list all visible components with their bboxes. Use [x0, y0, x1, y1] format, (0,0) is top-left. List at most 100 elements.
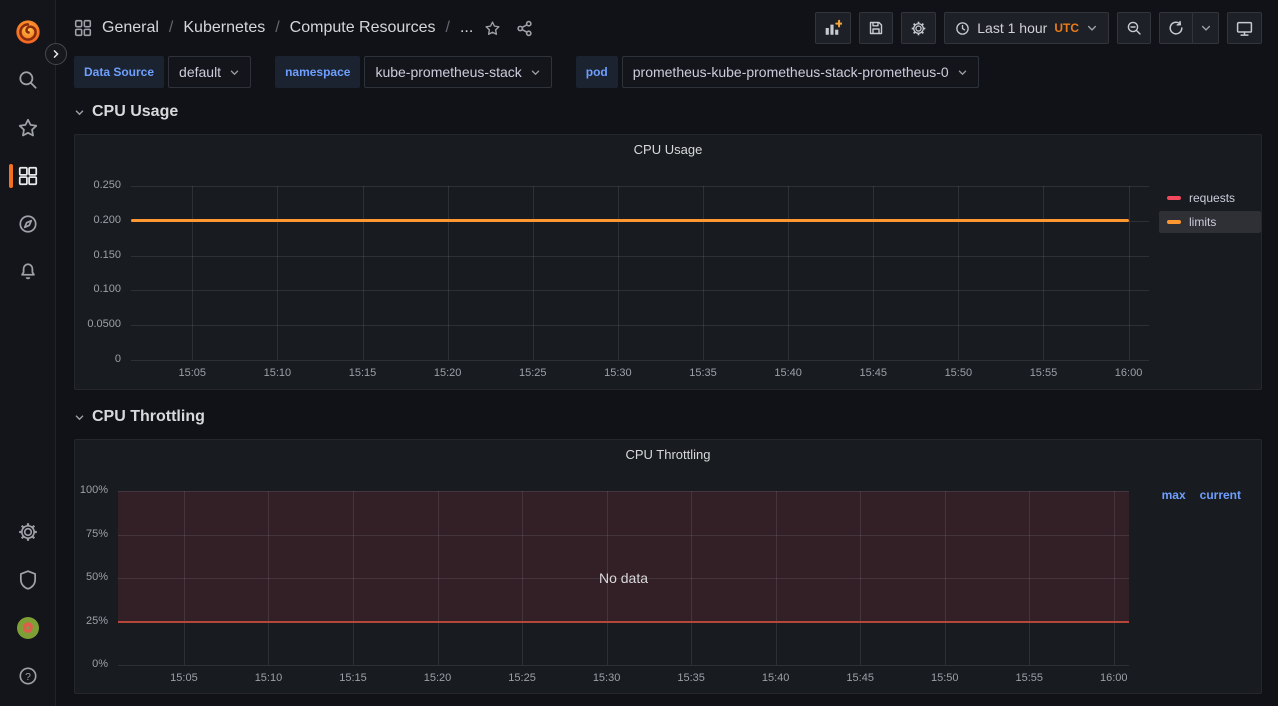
timeseries-chart-cpu-usage[interactable]: 00.05000.1000.1500.2000.25015:0515:1015:…	[75, 163, 1159, 389]
breadcrumb-segment[interactable]: Kubernetes	[183, 19, 265, 37]
x-axis-tick-label: 16:00	[1099, 367, 1159, 379]
gridline-v	[788, 186, 789, 360]
plot-area[interactable]	[131, 186, 1149, 360]
gridline-v	[703, 186, 704, 360]
gridline-h	[131, 290, 1149, 291]
panel-cpu-usage: CPU Usage 00.05000.1000.1500.2000.25015:…	[74, 134, 1262, 390]
sidebar-item-server-admin[interactable]	[0, 568, 56, 592]
sidebar: ?	[0, 0, 56, 706]
variable-label: pod	[576, 56, 618, 88]
legend-link-current[interactable]: current	[1200, 488, 1241, 502]
y-axis-tick-label: 0%	[75, 658, 108, 670]
plot-area[interactable]: No data	[118, 491, 1129, 665]
breadcrumb-separator: /	[273, 19, 281, 37]
legend-item-limits[interactable]: limits	[1159, 211, 1261, 233]
breadcrumb-segment[interactable]: Compute Resources	[290, 19, 436, 37]
gridline-v	[448, 186, 449, 360]
refresh-dashboard-button[interactable]	[1159, 12, 1193, 44]
gridline-h	[131, 325, 1149, 326]
chart-legend: max current	[1147, 468, 1261, 693]
search-icon	[17, 69, 39, 91]
series-color-swatch	[1167, 220, 1181, 224]
save-dashboard-button[interactable]	[859, 12, 893, 44]
variable-namespace-picker[interactable]: kube-prometheus-stack	[364, 56, 551, 88]
variable-label: namespace	[275, 56, 360, 88]
share-icon	[516, 20, 533, 37]
x-axis-tick-label: 15:35	[661, 672, 721, 684]
add-panel-button[interactable]	[815, 12, 851, 44]
grafana-logo[interactable]	[14, 18, 42, 46]
sidebar-item-help[interactable]: ?	[0, 664, 56, 688]
sidebar-item-profile[interactable]	[0, 616, 56, 640]
x-axis-tick-label: 15:50	[915, 672, 975, 684]
gridline-v	[1043, 186, 1044, 360]
sidebar-item-dashboards[interactable]	[0, 164, 56, 188]
row-header-cpu-usage[interactable]: CPU Usage	[74, 102, 1262, 122]
series-color-swatch	[1167, 196, 1181, 200]
y-axis-tick-label: 0.0500	[75, 318, 121, 330]
variable-pod-picker[interactable]: prometheus-kube-prometheus-stack-prometh…	[622, 56, 979, 88]
x-axis-tick-label: 15:50	[928, 367, 988, 379]
gridline-v	[363, 186, 364, 360]
bell-icon	[17, 261, 39, 283]
time-range-label: Last 1 hour	[977, 20, 1047, 36]
breadcrumb-segment-truncated[interactable]: ...	[460, 19, 473, 37]
variable-label: Data Source	[74, 56, 164, 88]
y-axis-tick-label: 0.100	[75, 283, 121, 295]
sidebar-item-alerting[interactable]	[0, 260, 56, 284]
panel-title[interactable]: CPU Throttling	[75, 440, 1261, 468]
legend-item-requests[interactable]: requests	[1159, 187, 1261, 209]
y-axis-tick-label: 0.250	[75, 179, 121, 191]
sidebar-item-configuration[interactable]	[0, 520, 56, 544]
x-axis-tick-label: 15:30	[588, 367, 648, 379]
row-header-cpu-throttling[interactable]: CPU Throttling	[74, 407, 1262, 427]
x-axis-tick-label: 15:10	[238, 672, 298, 684]
legend-link-max[interactable]: max	[1162, 488, 1186, 502]
gear-icon	[17, 521, 39, 543]
chart-legend: requests limits	[1159, 163, 1261, 389]
x-axis-tick-label: 15:45	[830, 672, 890, 684]
help-icon: ?	[17, 665, 39, 687]
refresh-icon	[1168, 20, 1184, 36]
y-axis-tick-label: 25%	[75, 615, 108, 627]
chevron-down-icon	[1200, 22, 1212, 34]
zoom-out-time-button[interactable]	[1117, 12, 1151, 44]
sidebar-expand-button[interactable]	[45, 43, 67, 65]
chevron-down-icon	[229, 67, 240, 78]
svg-text:?: ?	[25, 672, 31, 683]
refresh-button-group	[1159, 12, 1219, 44]
gear-icon	[910, 20, 927, 37]
variable-pod: pod prometheus-kube-prometheus-stack-pro…	[576, 56, 979, 88]
star-dashboard-button[interactable]	[479, 15, 505, 41]
breadcrumb-folder[interactable]: General	[102, 19, 159, 37]
zoom-out-icon	[1126, 20, 1142, 36]
variable-value: prometheus-kube-prometheus-stack-prometh…	[633, 64, 949, 80]
kiosk-mode-button[interactable]	[1227, 12, 1262, 44]
chevron-down-icon	[74, 412, 85, 423]
time-picker-button[interactable]: Last 1 hour UTC	[944, 12, 1109, 44]
gridline-h	[131, 360, 1149, 361]
x-axis-tick-label: 15:40	[746, 672, 806, 684]
variable-datasource: Data Source default	[74, 56, 251, 88]
share-dashboard-button[interactable]	[511, 15, 537, 41]
sidebar-item-explore[interactable]	[0, 212, 56, 236]
panel-cpu-throttling: CPU Throttling No data 0%25%50%75%100%15…	[74, 439, 1262, 694]
x-axis-tick-label: 15:15	[333, 367, 393, 379]
panel-title[interactable]: CPU Usage	[75, 135, 1261, 163]
sidebar-item-starred[interactable]	[0, 116, 56, 140]
x-axis-tick-label: 15:45	[843, 367, 903, 379]
timeseries-chart-cpu-throttling[interactable]: No data 0%25%50%75%100%15:0515:1015:1515…	[75, 468, 1147, 693]
x-axis-tick-label: 15:25	[492, 672, 552, 684]
variable-datasource-picker[interactable]: default	[168, 56, 251, 88]
refresh-interval-dropdown[interactable]	[1193, 12, 1219, 44]
x-axis-tick-label: 15:05	[162, 367, 222, 379]
x-axis-tick-label: 15:55	[1013, 367, 1073, 379]
save-icon	[868, 20, 884, 36]
y-axis-tick-label: 100%	[75, 484, 108, 496]
series-line-limits	[131, 219, 1129, 222]
row-title: CPU Usage	[92, 103, 178, 121]
dashboard-settings-button[interactable]	[901, 12, 936, 44]
gridline-v	[192, 186, 193, 360]
breadcrumb: General / Kubernetes / Compute Resources…	[74, 19, 473, 37]
sidebar-item-search[interactable]	[0, 68, 56, 92]
